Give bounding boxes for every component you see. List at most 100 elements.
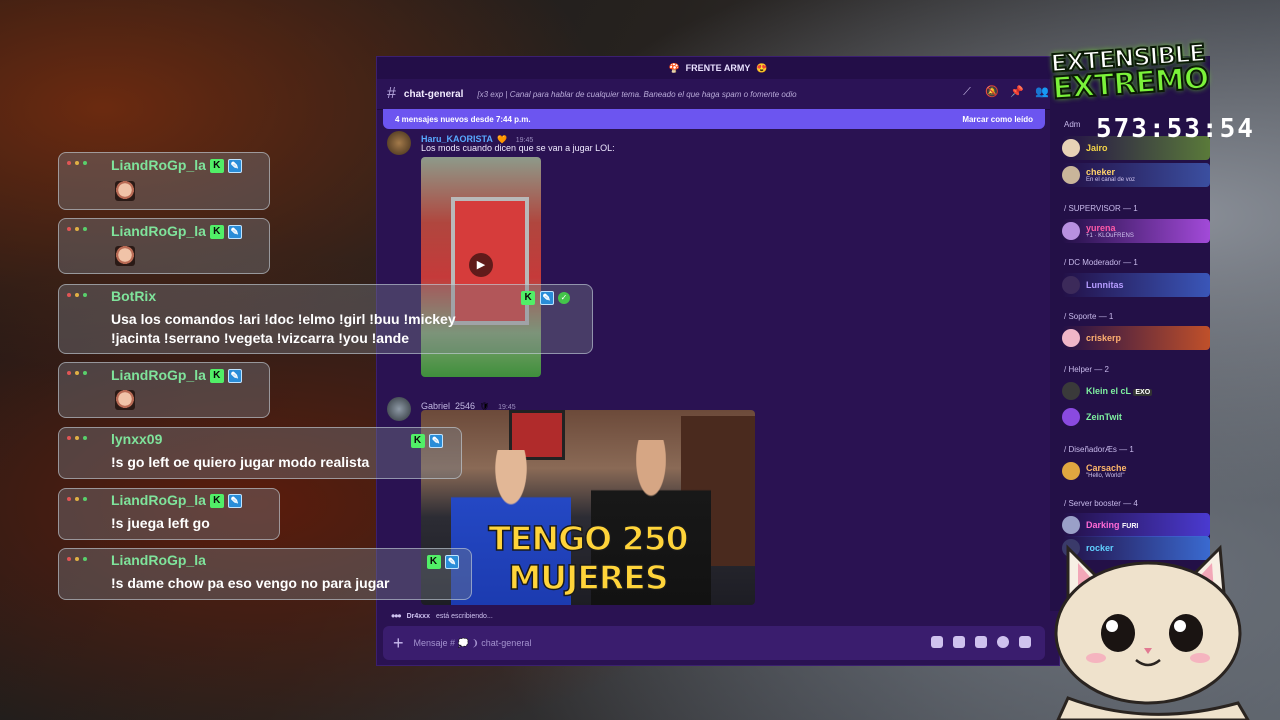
window-dots [67,161,87,165]
member-item[interactable]: cheker En el canal de voz [1062,163,1210,187]
mark-as-read-button[interactable]: Marcar como leído [962,115,1033,124]
emote-icon [115,390,135,410]
kick-badge-icon: K [521,290,536,305]
members-icon[interactable]: 👥 [1035,85,1049,99]
avatar[interactable] [387,131,411,155]
kick-badge-icon: K [209,494,224,509]
typing-text: está escribiendo... [435,612,493,620]
avatar [1062,329,1080,347]
member-item[interactable]: yurena +1 · KLOuFRENS [1062,219,1210,243]
hammer-badge-icon: ✎ [227,494,242,509]
new-messages-banner[interactable]: 4 mensajes nuevos desde 7:44 p.m. Marcar… [383,109,1045,129]
hammer-badge-icon: ✎ [445,554,459,569]
add-attachment-icon[interactable]: + [393,633,404,654]
mute-bell-icon[interactable]: 🔕 [985,85,999,99]
avatar[interactable] [387,397,411,421]
heart-emoji-icon: 😍 [756,62,768,73]
member-name: ZeinTwit [1086,412,1122,422]
member-item[interactable]: ZeinTwit [1062,405,1210,429]
stream-logo: EXTENSIBLE EXTREMO [1049,34,1274,119]
hammer-badge-icon: ✎ [539,290,554,305]
message-text: Los mods cuando dicen que se van a jugar… [421,143,615,153]
window-dots [67,497,87,501]
typing-user: Dr4xxx [406,612,430,620]
overlay-chat-message: BotRix K ✎ ✓ Usa los comandos !ari !doc … [58,284,593,354]
window-dots [67,557,87,561]
composer-toolbar [931,636,1031,648]
role-header: / Soporte — 1 [1064,312,1114,321]
avatar [1062,139,1080,157]
member-item[interactable]: Lunnitas [1062,273,1210,297]
member-status: +1 · KLOuFRENS [1086,233,1134,239]
chat-text: !jacinta !serrano !vegeta !vizcarra !you… [111,330,409,346]
channel-name: chat-general [403,88,464,100]
member-item[interactable]: criskerp [1062,326,1210,350]
member-name: Klein el cL [1086,386,1131,396]
kick-badge-icon: K [209,225,224,240]
apps-icon[interactable] [1019,636,1031,648]
avatar [1062,166,1080,184]
kick-badge-icon: K [426,554,441,569]
hammer-badge-icon: ✎ [227,369,242,384]
chat-username: LiandRoGp_la K ✎ [111,157,242,174]
chat-username: LiandRoGp_la K ✎ [111,223,242,240]
role-header: / DiseñadorÆs — 1 [1064,445,1134,454]
subathon-timer: 573:53:54 [1096,114,1255,144]
server-title[interactable]: 🍄 FRENTE ARMY 😍 [377,57,1059,79]
cat-mascot [1054,544,1250,720]
window-dots [67,293,87,297]
member-item[interactable]: Carsache "Hello, World!" [1062,459,1210,483]
verified-badge-icon: ✓ [558,291,570,304]
overlay-chat-message: LiandRoGp_la K ✎ [58,362,270,418]
window-dots [67,227,87,231]
kick-badge-icon: K [209,369,224,384]
member-item[interactable]: Klein el cL EXO [1062,379,1210,403]
emote-icon [115,246,135,266]
chat-username: LiandRoGp_la K ✎ [111,367,242,384]
server-name: FRENTE ARMY [685,63,751,73]
hash-icon: # [387,85,396,102]
member-name: yurena [1086,223,1116,233]
gift-icon[interactable] [931,636,943,648]
message-input[interactable]: Mensaje # 💭 ❩ chat-general [414,638,532,649]
overlay-chat-message: LiandRoGp_la K ✎ !s dame chow pa eso ven… [58,548,472,600]
avatar [1062,382,1080,400]
typing-indicator: ••• Dr4xxx está escribiendo... [391,609,493,623]
member-name: Lunnitas [1086,280,1124,290]
chat-text: !s juega left go [111,515,210,531]
member-name: Jairo [1086,143,1108,153]
discord-window: 🍄 FRENTE ARMY 😍 # chat-general [x3 exp |… [376,56,1060,666]
role-header: / Helper — 2 [1064,365,1109,374]
chat-text: !s dame chow pa eso vengo no para jugar [111,575,390,591]
window-dots [67,371,87,375]
overlay-chat-message: LiandRoGp_la K ✎ [58,218,270,274]
member-name: criskerp [1086,333,1122,343]
threads-icon[interactable]: ⟋ [960,85,974,99]
overlay-chat-message: lynxx09 K ✎ !s go left oe quiero jugar m… [58,427,462,479]
header-toolbar: ⟋ 🔕 📌 👥 [960,85,1049,99]
chat-username: lynxx09 [111,431,163,447]
hammer-badge-icon: ✎ [227,225,242,240]
member-status: "Hello, World!" [1086,473,1125,479]
server-icon: 🍄 [668,62,680,73]
role-header: / DC Moderador — 1 [1064,258,1138,267]
chat-text: Usa los comandos !ari !doc !elmo !girl !… [111,311,456,327]
overlay-chat-message: LiandRoGp_la K ✎ !s juega left go [58,488,280,540]
emoji-icon[interactable] [997,636,1009,648]
window-dots [67,436,87,440]
emote-icon [115,181,135,201]
avatar [1062,276,1080,294]
gif-icon[interactable] [953,636,965,648]
badge-group: K ✎ ✓ [521,289,570,307]
role-header: Adm [1064,120,1081,129]
sticker-icon[interactable] [975,636,987,648]
member-status: En el canal de voz [1086,177,1136,183]
chat-username: BotRix [111,288,157,304]
play-icon[interactable]: ▶ [469,253,493,277]
channel-topic[interactable]: [x3 exp | Canal para hablar de cualquier… [477,90,797,99]
message-composer[interactable]: + Mensaje # 💭 ❩ chat-general [383,626,1045,660]
badge-group: K ✎ [410,432,443,450]
member-name: cheker [1086,167,1116,177]
pin-icon[interactable]: 📌 [1010,85,1024,99]
chat-username: LiandRoGp_la K ✎ [111,492,242,509]
